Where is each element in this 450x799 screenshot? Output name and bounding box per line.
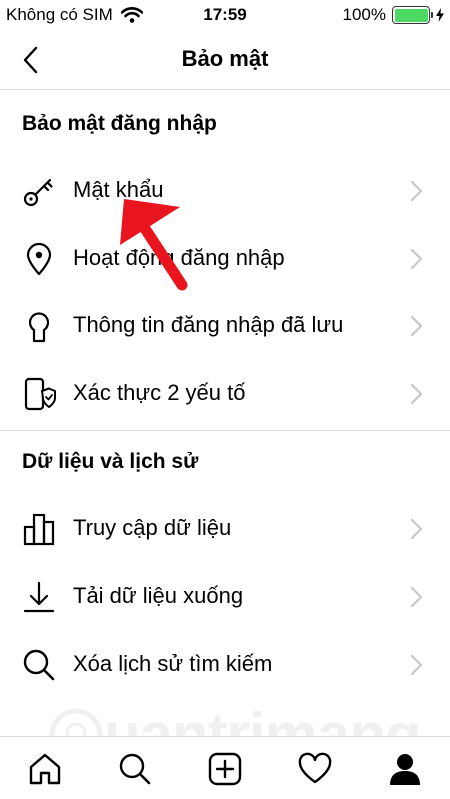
download-icon <box>20 578 58 616</box>
section-title-login-security: Bảo mật đăng nhập <box>22 112 217 135</box>
tab-search[interactable] <box>117 751 153 787</box>
row-password[interactable]: Mật khẩu <box>0 158 450 224</box>
chevron-right-icon <box>410 654 423 676</box>
bar-chart-icon <box>20 510 58 548</box>
search-icon <box>20 646 58 684</box>
row-download-data[interactable]: Tải dữ liệu xuống <box>0 564 450 630</box>
chevron-right-icon <box>410 518 423 540</box>
add-icon <box>208 752 242 786</box>
key-icon <box>20 172 58 210</box>
row-label: Xóa lịch sử tìm kiếm <box>73 651 273 676</box>
heart-icon <box>298 752 332 784</box>
row-saved-login[interactable]: Thông tin đăng nhập đã lưu <box>0 293 450 359</box>
profile-icon <box>390 754 420 785</box>
row-clear-search-history[interactable]: Xóa lịch sử tìm kiếm <box>0 632 450 698</box>
phone-shield-icon <box>20 375 58 413</box>
row-label: Tải dữ liệu xuống <box>73 583 244 608</box>
keyhole-icon <box>20 307 58 345</box>
row-label: Xác thực 2 yếu tố <box>73 380 246 405</box>
row-label: Truy cập dữ liệu <box>73 515 232 540</box>
chevron-right-icon <box>410 586 423 608</box>
chevron-right-icon <box>410 383 423 405</box>
tab-activity[interactable] <box>297 751 333 787</box>
page-title: Bảo mật <box>181 46 269 71</box>
status-bar: Không có SIM 17:59 100% <box>0 0 450 30</box>
search-icon <box>119 753 151 785</box>
battery-fill <box>394 8 428 22</box>
nav-header: Bảo mật <box>0 30 450 90</box>
location-pin-icon <box>20 240 58 278</box>
row-label: Thông tin đăng nhập đã lưu <box>73 312 344 337</box>
status-right: 100% <box>343 5 444 25</box>
tab-home[interactable] <box>27 751 63 787</box>
chevron-right-icon <box>410 180 423 202</box>
battery-percent: 100% <box>342 5 386 24</box>
row-two-factor[interactable]: Xác thực 2 yếu tố <box>0 361 450 427</box>
home-icon <box>29 753 61 785</box>
section-title-data-history: Dữ liệu và lịch sử <box>22 450 199 473</box>
tab-bar <box>0 736 450 799</box>
row-login-activity[interactable]: Hoạt động đăng nhập <box>0 226 450 292</box>
row-access-data[interactable]: Truy cập dữ liệu <box>0 496 450 562</box>
chevron-right-icon <box>410 248 423 270</box>
section-divider <box>0 430 450 431</box>
charging-icon <box>436 8 444 22</box>
chevron-right-icon <box>410 315 423 337</box>
red-arrow-annotation <box>120 199 188 291</box>
tab-profile[interactable] <box>387 751 423 787</box>
battery-icon <box>392 6 433 24</box>
tab-add[interactable] <box>207 751 243 787</box>
